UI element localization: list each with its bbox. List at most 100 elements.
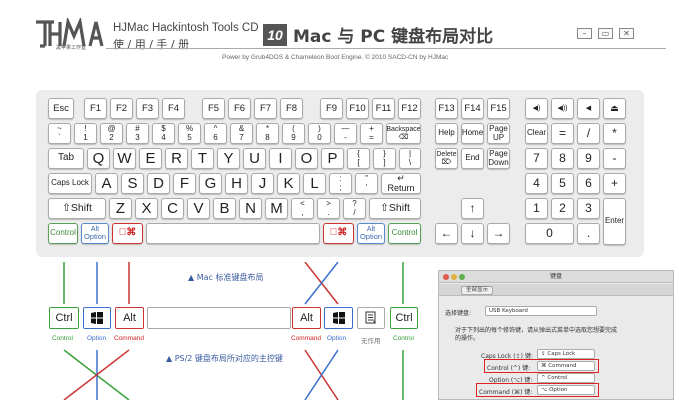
minimize-dot-icon[interactable]: [451, 274, 457, 280]
key-f8[interactable]: F8: [280, 98, 303, 119]
key-num-6[interactable]: 6: [577, 173, 600, 194]
key-delete[interactable]: Delete ⌦: [435, 148, 458, 169]
key-f11[interactable]: F11: [372, 98, 395, 119]
close-dot-icon[interactable]: [443, 274, 449, 280]
key-right-alt-option[interactable]: Alt Option: [357, 223, 385, 244]
key-p[interactable]: P: [321, 148, 344, 169]
key-backspace[interactable]: Backspace ⌫: [386, 123, 421, 144]
minimize-button[interactable]: –: [577, 28, 592, 39]
key-f14[interactable]: F14: [461, 98, 484, 119]
key-num-dot[interactable]: .: [577, 223, 600, 244]
key-f13[interactable]: F13: [435, 98, 458, 119]
key-7[interactable]: & 7: [230, 123, 253, 144]
key-f1[interactable]: F1: [84, 98, 107, 119]
key-page-up[interactable]: Page UP: [487, 123, 510, 144]
key-space[interactable]: [146, 223, 320, 244]
key-esc[interactable]: Esc: [48, 98, 74, 119]
maximize-button[interactable]: ▭: [598, 28, 613, 39]
key-f[interactable]: F: [173, 173, 196, 194]
key-d[interactable]: D: [147, 173, 170, 194]
key-right-command[interactable]: ⌘: [323, 223, 354, 244]
key-k[interactable]: K: [277, 173, 300, 194]
key-c[interactable]: C: [161, 198, 184, 219]
key-num-2[interactable]: 2: [551, 198, 574, 219]
key-caps-lock[interactable]: Caps Lock: [48, 173, 92, 194]
key-e[interactable]: E: [139, 148, 162, 169]
key-semicolon[interactable]: :;: [329, 173, 352, 194]
key-u[interactable]: U: [243, 148, 266, 169]
key-f5[interactable]: F5: [202, 98, 225, 119]
key-home[interactable]: Home: [461, 123, 484, 144]
key-3[interactable]: #3: [126, 123, 149, 144]
key-w[interactable]: W: [113, 148, 136, 169]
key-num-4[interactable]: 4: [525, 173, 548, 194]
key-0[interactable]: ) 0: [308, 123, 331, 144]
eject-icon[interactable]: ⏏: [603, 98, 626, 119]
key-8[interactable]: * 8: [256, 123, 279, 144]
key-o[interactable]: O: [295, 148, 318, 169]
key-end[interactable]: End: [461, 148, 484, 169]
key-right-bracket[interactable]: }]: [373, 148, 396, 169]
key-l[interactable]: L: [303, 173, 326, 194]
key-left-alt-option[interactable]: Alt Option: [81, 223, 109, 244]
key-6[interactable]: ^ 6: [204, 123, 227, 144]
key-h[interactable]: H: [225, 173, 248, 194]
key-num-7[interactable]: 7: [525, 148, 548, 169]
volume-mute-icon[interactable]: ◀): [525, 98, 548, 119]
key-num-equals[interactable]: =: [551, 123, 574, 144]
key-2[interactable]: @2: [100, 123, 123, 144]
key-i[interactable]: I: [269, 148, 292, 169]
key-num-9[interactable]: 9: [577, 148, 600, 169]
key-5[interactable]: % 5: [178, 123, 201, 144]
key-left-bracket[interactable]: {[: [347, 148, 370, 169]
volume-up-icon[interactable]: ◀: [577, 98, 600, 119]
key-backtick[interactable]: ~ `: [48, 123, 71, 144]
key-num-minus[interactable]: -: [603, 148, 626, 169]
key-num-1[interactable]: 1: [525, 198, 548, 219]
key-f10[interactable]: F10: [346, 98, 369, 119]
key-f7[interactable]: F7: [254, 98, 277, 119]
key-num-divide[interactable]: /: [577, 123, 600, 144]
volume-down-icon[interactable]: ◀)): [551, 98, 574, 119]
key-equals[interactable]: + =: [360, 123, 383, 144]
key-right-control[interactable]: Control: [388, 223, 421, 244]
key-q[interactable]: Q: [87, 148, 110, 169]
key-left-command[interactable]: ⌘: [112, 223, 143, 244]
key-f15[interactable]: F15: [487, 98, 510, 119]
key-help[interactable]: Help: [435, 123, 458, 144]
key-f2[interactable]: F2: [110, 98, 133, 119]
show-all-button[interactable]: 全部显示: [461, 286, 494, 295]
key-n[interactable]: N: [239, 198, 262, 219]
key-page-down[interactable]: Page Down: [487, 148, 510, 169]
key-backslash[interactable]: | \: [399, 148, 421, 169]
key-y[interactable]: Y: [217, 148, 240, 169]
keyboard-select[interactable]: USB Keyboard: [485, 306, 597, 316]
key-right-shift[interactable]: ⇧Shift: [369, 198, 421, 219]
key-a[interactable]: A: [95, 173, 118, 194]
key-clear[interactable]: Clear: [525, 123, 548, 144]
key-4[interactable]: $4: [152, 123, 175, 144]
key-t[interactable]: T: [191, 148, 214, 169]
arrow-left-key[interactable]: ←: [435, 223, 458, 244]
key-num-enter[interactable]: Enter: [603, 198, 626, 245]
zoom-dot-icon[interactable]: [459, 274, 465, 280]
key-period[interactable]: >.: [317, 198, 340, 219]
key-num-8[interactable]: 8: [551, 148, 574, 169]
key-quote[interactable]: " ': [355, 173, 378, 194]
arrow-up-key[interactable]: ↑: [461, 198, 484, 219]
key-minus[interactable]: — -: [334, 123, 357, 144]
key-num-3[interactable]: 3: [577, 198, 600, 219]
key-return[interactable]: ↵ Return: [381, 173, 421, 194]
key-s[interactable]: S: [121, 173, 144, 194]
key-x[interactable]: X: [135, 198, 158, 219]
key-slash[interactable]: ? /: [343, 198, 366, 219]
key-left-shift[interactable]: ⇧Shift: [48, 198, 106, 219]
key-tab[interactable]: Tab: [48, 148, 84, 169]
key-j[interactable]: J: [251, 173, 274, 194]
key-b[interactable]: B: [213, 198, 236, 219]
key-v[interactable]: V: [187, 198, 210, 219]
key-num-multiply[interactable]: *: [603, 123, 626, 144]
key-f4[interactable]: F4: [162, 98, 185, 119]
key-g[interactable]: G: [199, 173, 222, 194]
key-9[interactable]: (9: [282, 123, 305, 144]
